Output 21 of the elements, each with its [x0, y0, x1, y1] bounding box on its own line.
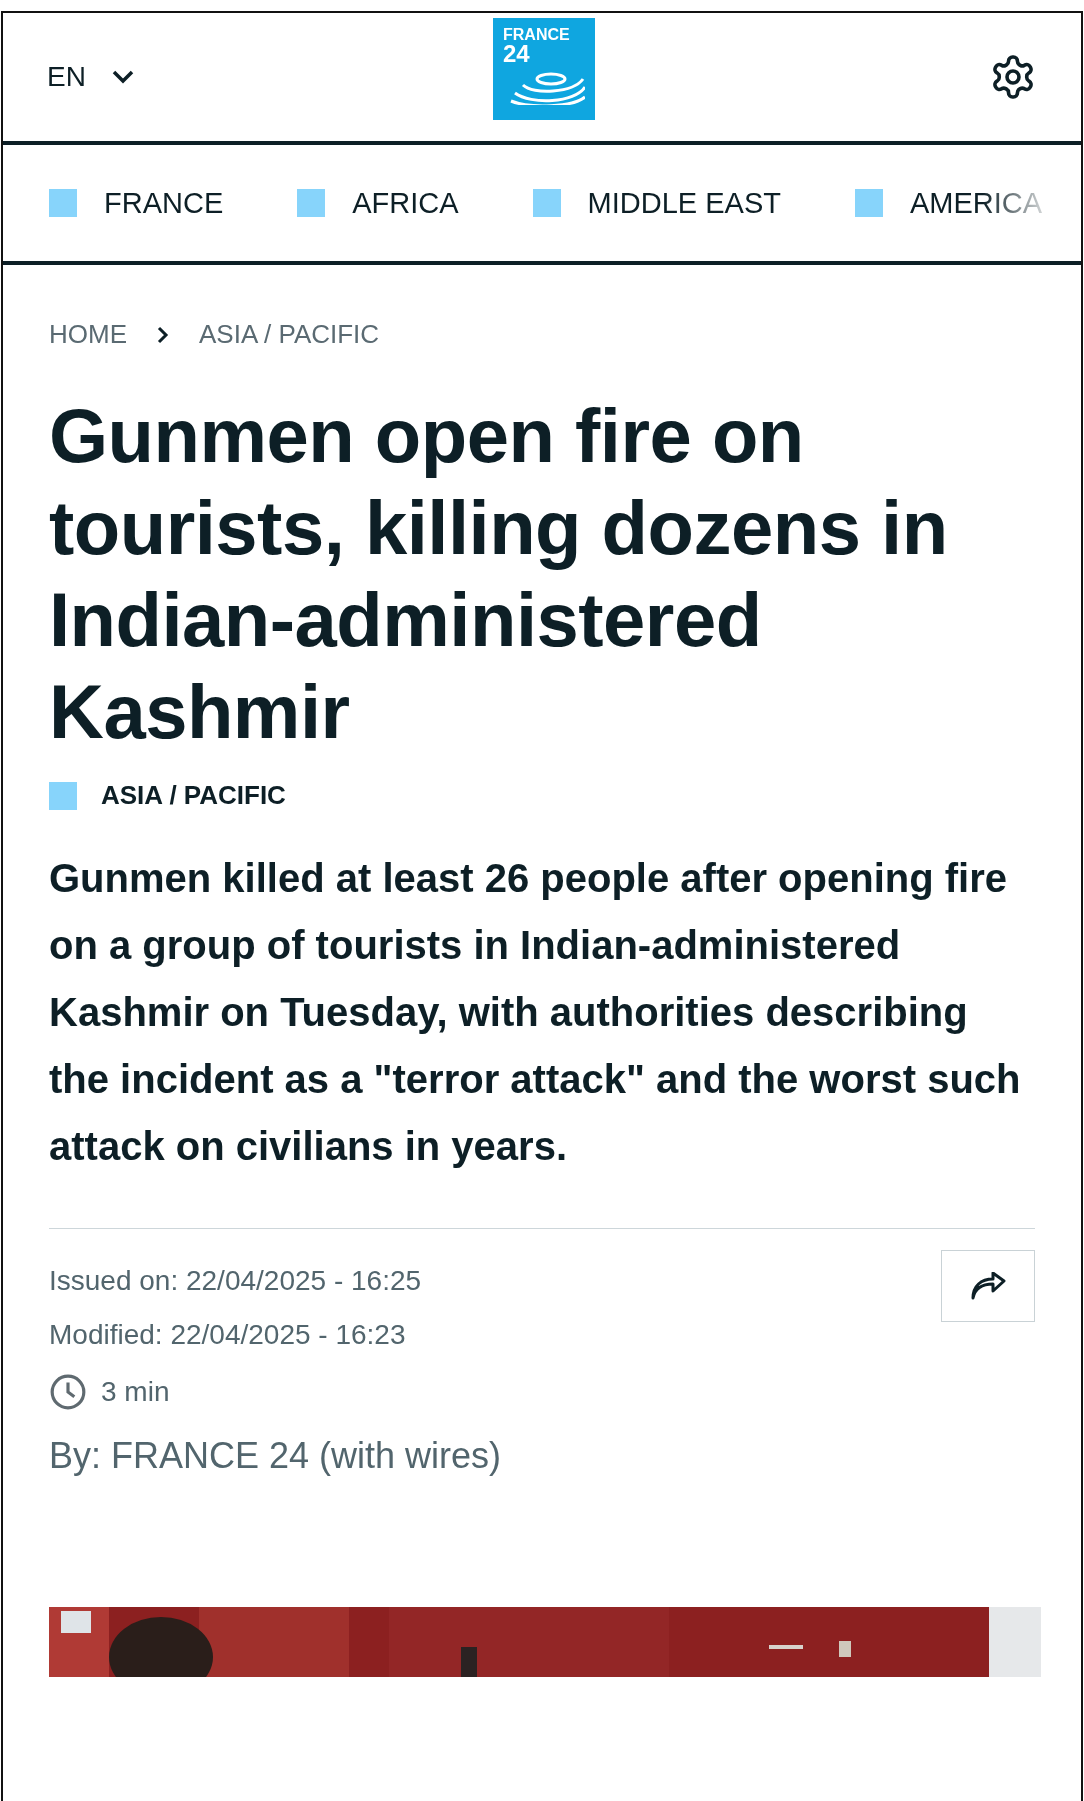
breadcrumb-link[interactable]: HOME	[49, 319, 127, 350]
category-link[interactable]: ASIA / PACIFIC	[101, 780, 286, 811]
section-link[interactable]: AFRICA	[297, 186, 459, 220]
article-title: Gunmen open fire on tourists, killing dozens in Indian-administered Kashmir	[49, 392, 949, 756]
article-summary: Gunmen killed at least 26 people after opening fire on a group of tourists in Indian-administered Kashmir on Tuesday, with authorities describing the incident as a "terror attack" and the worst such attack on civilians in years.	[49, 855, 1022, 1170]
section-link[interactable]: MIDDLE EAST	[532, 186, 781, 220]
logo-text: FRANCE	[503, 26, 571, 43]
share-button[interactable]	[941, 1250, 1035, 1322]
section-link[interactable]: FRANCE	[49, 186, 224, 220]
breadcrumb-link[interactable]: ASIA / PACIFIC	[199, 319, 380, 350]
logo-number: 24	[503, 43, 531, 65]
share-icon	[969, 1272, 1007, 1300]
modified-date: Modified: 22/04/2025 - 16:23	[49, 1319, 407, 1351]
language-selector[interactable]: EN	[47, 61, 134, 93]
chevron-right-icon	[157, 325, 169, 344]
clock-icon	[49, 1373, 87, 1411]
reading-time: 3 min	[101, 1376, 170, 1408]
section-link[interactable]: AMERICA	[854, 186, 1043, 220]
issued-date: Issued on: 22/04/2025 - 16:25	[49, 1265, 423, 1297]
byline: By: FRANCE 24 (with wires)	[49, 1435, 502, 1477]
chevron-down-icon	[111, 70, 134, 84]
